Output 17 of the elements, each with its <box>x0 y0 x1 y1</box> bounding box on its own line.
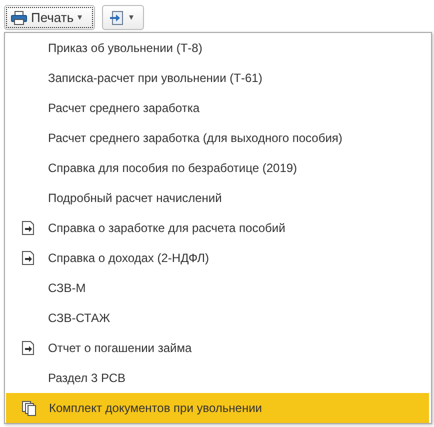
menu-item[interactable]: Записка-расчет при увольнении (Т-61) <box>5 63 431 93</box>
caret-icon: ▾ <box>129 10 134 24</box>
document-arrow-button[interactable]: ▾ <box>102 5 144 30</box>
caret-icon: ▾ <box>78 10 83 24</box>
menu-item[interactable]: Приказ об увольнении (Т-8) <box>5 33 431 63</box>
menu-item[interactable]: Расчет среднего заработка <box>5 93 431 123</box>
menu-item[interactable]: Комплект документов при увольнении <box>6 393 429 423</box>
menu-item[interactable]: Справка для пособия по безработице (2019) <box>5 153 431 183</box>
menu-item[interactable]: Справка о заработке для расчета пособий <box>5 213 431 243</box>
print-button[interactable]: Печать ▾ <box>4 5 95 30</box>
menu-item[interactable]: Расчет среднего заработка (для выходного пособия) <box>5 123 431 153</box>
menu-item[interactable]: СЗВ-М <box>5 273 431 303</box>
menu-item[interactable]: Подробный расчет начислений <box>5 183 431 213</box>
menu-item[interactable]: СЗВ-СТАЖ <box>5 303 431 333</box>
menu-item[interactable]: Отчет о погашении займа <box>5 333 431 363</box>
menu-item[interactable]: Раздел 3 РСВ <box>5 363 431 393</box>
menu-item[interactable]: Справка о доходах (2-НДФЛ) <box>5 243 431 273</box>
